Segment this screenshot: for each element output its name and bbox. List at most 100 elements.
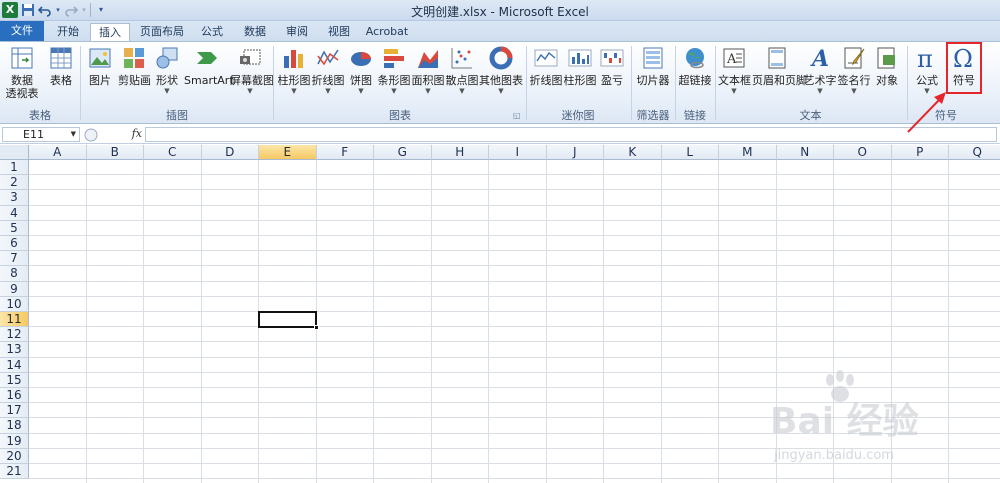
row-header-14[interactable]: 14 [0, 357, 29, 373]
tab-page-layout[interactable]: 页面布局 [134, 23, 190, 41]
row-header-9[interactable]: 9 [0, 281, 29, 297]
name-box-value: E11 [23, 128, 44, 141]
header-footer-button[interactable]: 页眉和页脚 [752, 46, 807, 106]
pie-chart-button[interactable]: 饼图 ▼ [345, 46, 377, 106]
row-header-5[interactable]: 5 [0, 220, 29, 236]
gridline [545, 160, 547, 483]
row-header-17[interactable]: 17 [0, 403, 29, 419]
tab-file[interactable]: 文件 [0, 21, 44, 41]
expand-icon[interactable] [84, 128, 98, 142]
bar-chart-button[interactable]: 条形图 ▼ [377, 46, 411, 106]
line-chart-button[interactable]: 折线图 ▼ [311, 46, 345, 106]
sparkline-winloss-label: 盈亏 [601, 74, 623, 87]
column-header-l[interactable]: L [661, 145, 719, 160]
sparkline-column-icon [568, 49, 592, 67]
row-header-2[interactable]: 2 [0, 175, 29, 191]
chevron-down-icon: ▼ [498, 87, 504, 95]
shapes-label: 形状 [156, 74, 178, 87]
sparkline-column-button[interactable]: 柱形图 [563, 46, 597, 106]
column-chart-icon [284, 50, 303, 68]
sparkline-line-button[interactable]: 折线图 [529, 46, 563, 106]
column-header-i[interactable]: I [489, 145, 547, 160]
tab-data[interactable]: 数据 [236, 23, 274, 41]
active-cell-e11[interactable] [258, 311, 319, 331]
row-header-11[interactable]: 11 [0, 312, 29, 328]
row-header-3[interactable]: 3 [0, 190, 29, 206]
object-button[interactable]: 对象 [871, 46, 903, 106]
tab-formulas[interactable]: 公式 [193, 23, 231, 41]
row-header-15[interactable]: 15 [0, 372, 29, 388]
row-header-1[interactable]: 1 [0, 160, 29, 176]
select-all-corner[interactable] [0, 145, 29, 160]
formula-input[interactable] [145, 127, 997, 142]
insert-function-icon[interactable]: fx [132, 127, 142, 140]
chevron-down-icon: ▼ [459, 87, 465, 95]
column-header-a[interactable]: A [29, 145, 87, 160]
row-header-7[interactable]: 7 [0, 251, 29, 267]
smartart-button[interactable]: SmartArt [184, 46, 234, 106]
row-header-13[interactable]: 13 [0, 342, 29, 358]
row-header-10[interactable]: 10 [0, 296, 29, 312]
tab-home[interactable]: 开始 [48, 23, 88, 41]
column-header-c[interactable]: C [144, 145, 202, 160]
column-header-e[interactable]: E [259, 145, 317, 160]
slicer-button[interactable]: 切片器 [634, 46, 672, 106]
group-label-illustrations: 插图 [166, 109, 188, 122]
fill-handle[interactable] [313, 325, 319, 331]
column-header-d[interactable]: D [201, 145, 259, 160]
signature-line-button[interactable]: 签名行 ▼ [837, 46, 871, 106]
wordart-button[interactable]: A 艺术字 ▼ [803, 46, 837, 106]
row-header-20[interactable]: 20 [0, 448, 29, 464]
tab-insert[interactable]: 插入 [90, 23, 130, 42]
sparkline-winloss-button[interactable]: 盈亏 [597, 46, 627, 106]
column-header-o[interactable]: O [834, 145, 892, 160]
column-header-m[interactable]: M [719, 145, 777, 160]
column-header-n[interactable]: N [776, 145, 834, 160]
tab-acrobat[interactable]: Acrobat [362, 23, 412, 41]
column-header-g[interactable]: G [374, 145, 432, 160]
svg-text:A: A [726, 52, 737, 67]
row-header-4[interactable]: 4 [0, 205, 29, 221]
name-box[interactable]: E11 ▼ [2, 127, 80, 142]
tab-view[interactable]: 视图 [320, 23, 358, 41]
row-header-8[interactable]: 8 [0, 266, 29, 282]
clipart-button[interactable]: 剪贴画 [118, 46, 151, 106]
row-header-19[interactable]: 19 [0, 433, 29, 449]
screenshot-button[interactable]: 屏幕截图 ▼ [230, 46, 274, 106]
group-label-tables: 表格 [29, 109, 51, 122]
chevron-down-icon[interactable]: ▼ [71, 128, 76, 141]
equation-button[interactable]: π 公式 ▼ [910, 46, 944, 106]
screenshot-icon [240, 49, 261, 65]
hyperlink-label: 超链接 [678, 74, 712, 87]
row-header-16[interactable]: 16 [0, 388, 29, 404]
scatter-chart-button[interactable]: 散点图 ▼ [445, 46, 479, 106]
row-header-6[interactable]: 6 [0, 236, 29, 252]
column-header-k[interactable]: K [604, 145, 662, 160]
area-chart-label: 面积图 [411, 74, 445, 87]
row-header-21[interactable]: 21 [0, 464, 29, 480]
gridline [660, 160, 662, 483]
column-header-q[interactable]: Q [949, 145, 1000, 160]
other-charts-button[interactable]: 其他图表 ▼ [479, 46, 523, 106]
tab-review[interactable]: 审阅 [278, 23, 316, 41]
column-chart-button[interactable]: 柱形图 ▼ [277, 46, 311, 106]
textbox-button[interactable]: A 文本框 ▼ [718, 46, 751, 106]
column-header-h[interactable]: H [431, 145, 489, 160]
column-header-p[interactable]: P [891, 145, 949, 160]
bar-chart-icon [384, 49, 404, 68]
dialog-launcher-icon[interactable]: ◱ [513, 111, 521, 120]
area-chart-button[interactable]: 面积图 ▼ [411, 46, 445, 106]
gridline [718, 160, 719, 483]
picture-button[interactable]: 图片 [84, 46, 116, 106]
column-header-b[interactable]: B [86, 145, 144, 160]
chevron-down-icon: ▼ [851, 87, 857, 95]
shapes-button[interactable]: 形状 ▼ [152, 46, 182, 106]
pivot-table-button[interactable]: 数据 透视表 [2, 46, 42, 106]
row-header-18[interactable]: 18 [0, 418, 29, 434]
row-header-12[interactable]: 12 [0, 327, 29, 343]
table-button[interactable]: 表格 [44, 46, 78, 106]
column-header-f[interactable]: F [316, 145, 374, 160]
hyperlink-button[interactable]: 超链接 [678, 46, 712, 106]
column-header-j[interactable]: J [546, 145, 604, 160]
formula-controls: fx [84, 127, 144, 142]
